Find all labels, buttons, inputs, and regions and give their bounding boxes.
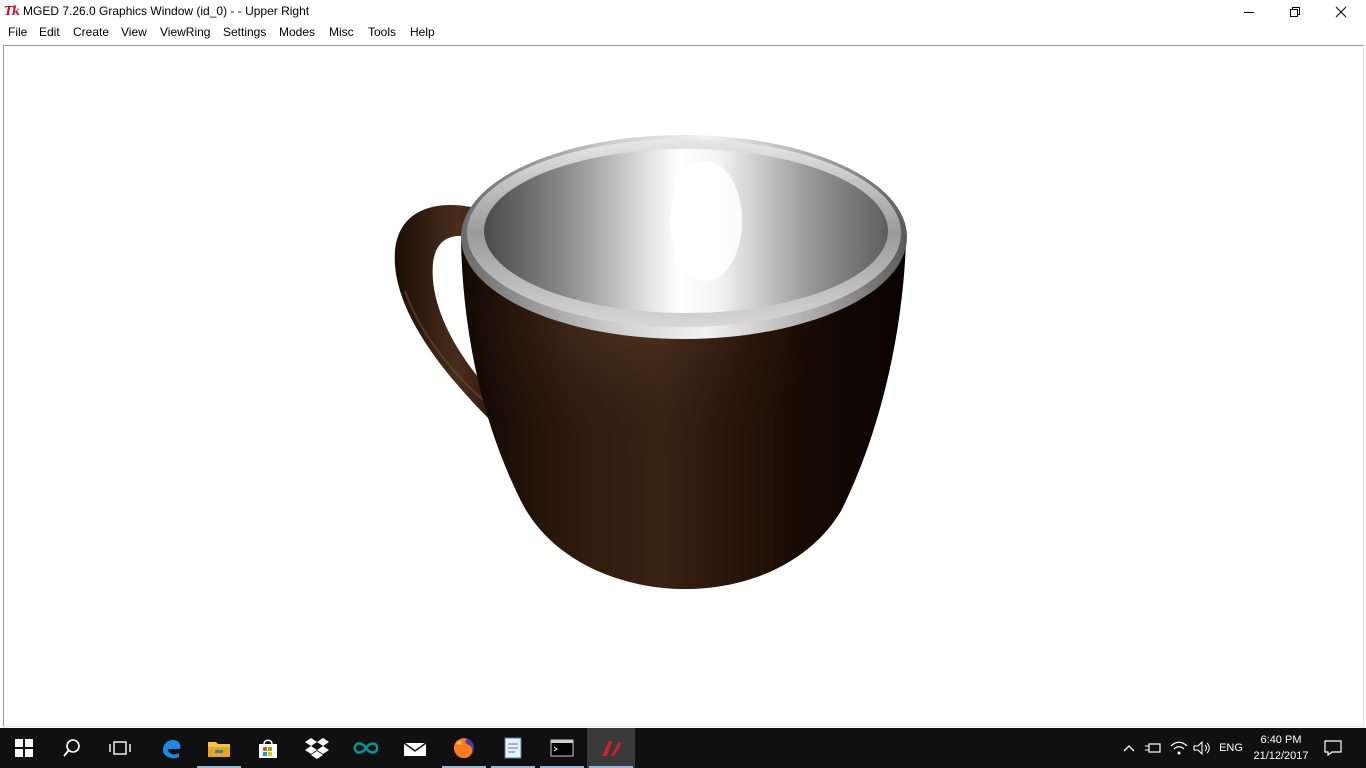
window-title: MGED 7.26.0 Graphics Window (id_0) - - U…	[23, 4, 310, 18]
power-plug-icon	[1145, 743, 1161, 753]
taskbar-mail[interactable]	[391, 728, 439, 768]
mail-icon	[403, 742, 427, 756]
clock-date: 21/12/2017	[1253, 750, 1309, 762]
taskbar-arduino[interactable]	[342, 728, 390, 768]
tray-network[interactable]	[1168, 728, 1190, 768]
taskbar-wordpad[interactable]	[489, 728, 537, 768]
tk-feather-icon: Tk	[4, 4, 20, 18]
menu-edit[interactable]: Edit	[39, 25, 60, 39]
search-icon	[63, 739, 80, 757]
notification-icon	[1324, 740, 1342, 756]
taskbar-dropbox[interactable]	[293, 728, 341, 768]
tk-feather-icon	[602, 741, 621, 756]
tray-language[interactable]: ENG	[1216, 728, 1246, 768]
taskbar-console[interactable]	[538, 728, 586, 768]
infinity-icon	[353, 742, 379, 754]
menu-create[interactable]: Create	[73, 25, 109, 39]
menu-tools[interactable]: Tools	[368, 25, 396, 39]
dropbox-icon	[305, 738, 329, 759]
close-icon	[1335, 6, 1347, 17]
wifi-icon	[1170, 741, 1188, 755]
windows-logo-icon	[15, 739, 33, 757]
speaker-icon	[1193, 741, 1210, 755]
minimize-button[interactable]	[1226, 0, 1272, 23]
taskbar-mged[interactable]	[587, 728, 635, 768]
menu-misc[interactable]: Misc	[329, 25, 354, 39]
title-bar[interactable]: Tk MGED 7.26.0 Graphics Window (id_0) - …	[0, 0, 1366, 23]
restore-button[interactable]	[1272, 0, 1318, 23]
action-center-button[interactable]	[1320, 728, 1346, 768]
restore-icon	[1290, 6, 1300, 17]
tray-volume[interactable]	[1191, 728, 1213, 768]
firefox-icon	[454, 738, 474, 759]
task-view-button[interactable]	[96, 728, 144, 768]
taskbar-store[interactable]	[244, 728, 292, 768]
menu-help[interactable]: Help	[410, 25, 435, 39]
interior-highlight	[670, 161, 742, 281]
graphics-canvas[interactable]	[3, 45, 1364, 727]
taskbar: ENG 6:40 PM 21/12/2017	[0, 728, 1366, 768]
menu-view[interactable]: View	[121, 25, 147, 39]
menu-viewring[interactable]: ViewRing	[160, 25, 210, 39]
menu-file[interactable]: File	[8, 25, 27, 39]
tray-clock[interactable]: 6:40 PM 21/12/2017	[1248, 728, 1314, 768]
taskbar-firefox[interactable]	[440, 728, 488, 768]
store-bag-icon	[259, 739, 277, 758]
start-button[interactable]	[0, 728, 48, 768]
folder-icon	[208, 742, 230, 757]
task-view-icon	[109, 741, 131, 755]
menu-settings[interactable]: Settings	[223, 25, 266, 39]
taskbar-file-explorer[interactable]	[195, 728, 243, 768]
menu-bar: File Edit Create View ViewRing Settings …	[0, 23, 1366, 43]
close-button[interactable]	[1318, 0, 1364, 23]
tray-overflow-button[interactable]	[1120, 728, 1138, 768]
taskbar-edge[interactable]	[147, 728, 195, 768]
clock-time: 6:40 PM	[1260, 734, 1302, 746]
tray-power[interactable]	[1142, 728, 1164, 768]
menu-modes[interactable]: Modes	[279, 25, 315, 39]
document-icon	[504, 737, 522, 759]
console-icon	[550, 739, 574, 757]
edge-icon	[163, 740, 181, 759]
cup-render	[394, 135, 907, 589]
minimize-icon	[1244, 11, 1254, 13]
chevron-up-icon	[1123, 745, 1135, 752]
search-button[interactable]	[48, 728, 96, 768]
